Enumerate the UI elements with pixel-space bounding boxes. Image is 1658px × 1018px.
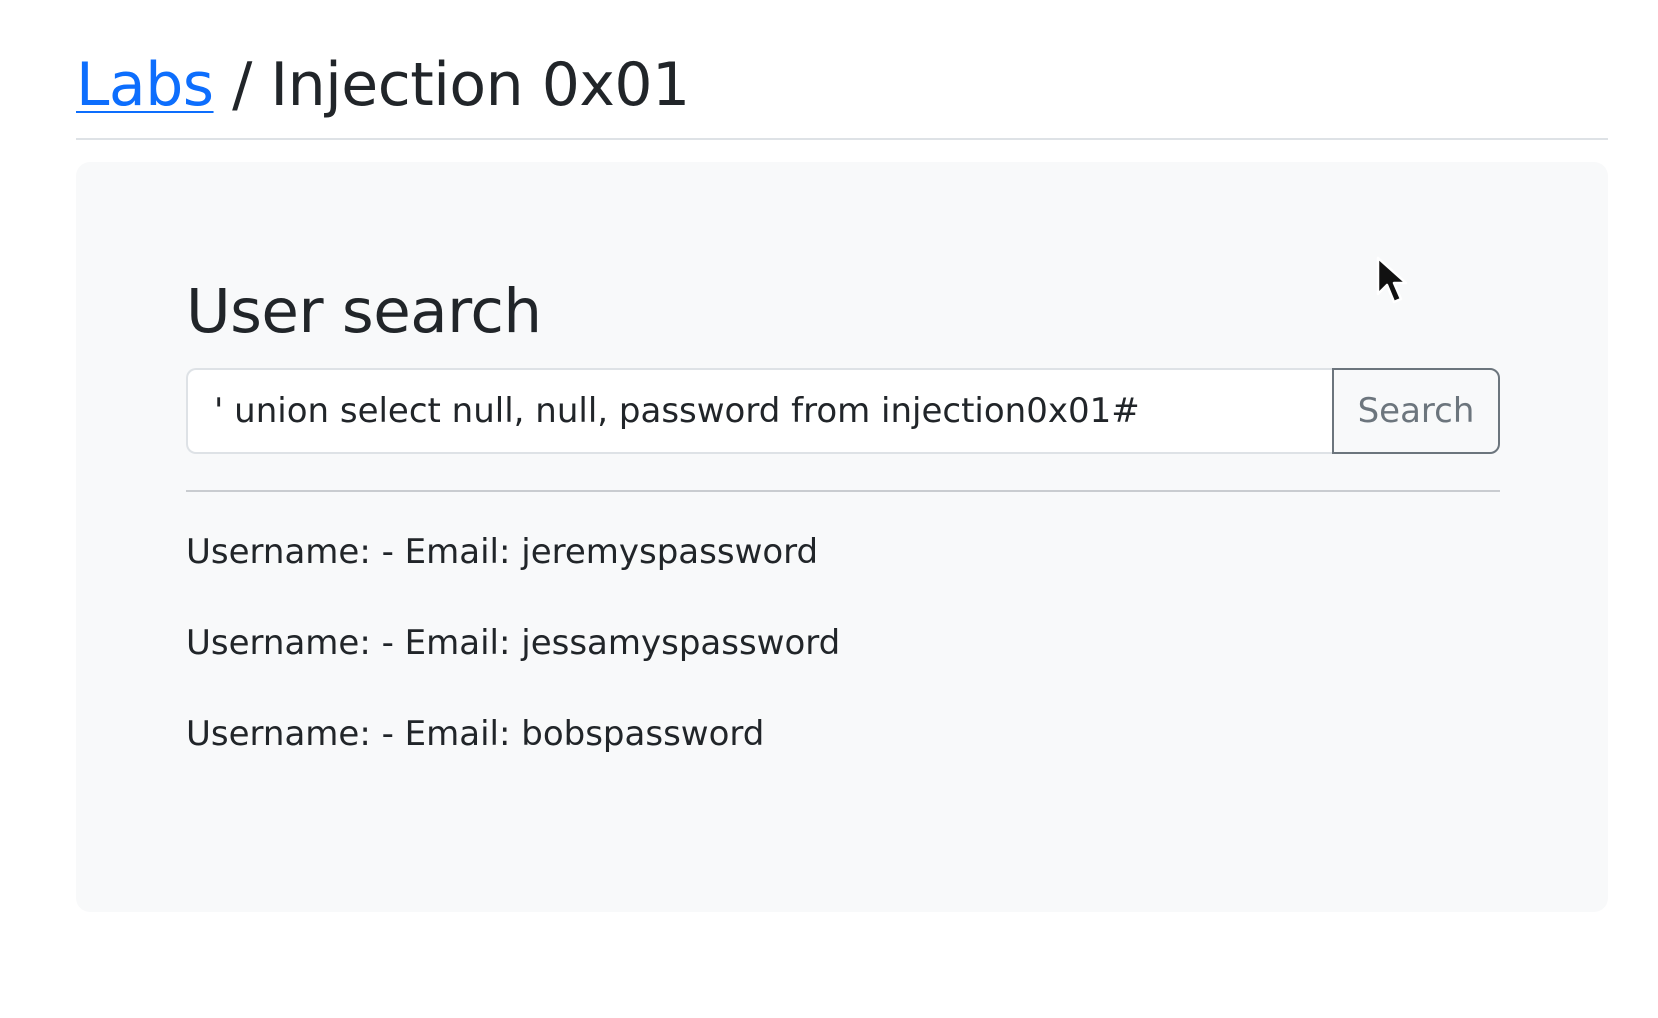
results-list: Username: - Email: jeremyspassword Usern… bbox=[186, 532, 1500, 805]
breadcrumb-current-page: Injection 0x01 bbox=[270, 50, 690, 120]
page: Labs / Injection 0x01 User search Search… bbox=[0, 0, 1658, 1018]
breadcrumb-link-labs[interactable]: Labs bbox=[76, 50, 214, 120]
search-input[interactable] bbox=[186, 368, 1332, 454]
result-item: Username: - Email: bobspassword bbox=[186, 714, 765, 754]
result-item: Username: - Email: jeremyspassword bbox=[186, 532, 819, 572]
mouse-pointer-icon bbox=[1376, 256, 1408, 304]
result-item: Username: - Email: jessamyspassword bbox=[186, 623, 841, 663]
breadcrumb-separator: / bbox=[213, 50, 271, 120]
panel-title: User search bbox=[186, 276, 542, 347]
search-form: Search bbox=[186, 368, 1500, 454]
breadcrumb: Labs / Injection 0x01 bbox=[76, 40, 1608, 140]
results-divider bbox=[186, 490, 1500, 492]
page-heading: Labs / Injection 0x01 bbox=[76, 40, 1608, 130]
search-button[interactable]: Search bbox=[1332, 368, 1500, 454]
